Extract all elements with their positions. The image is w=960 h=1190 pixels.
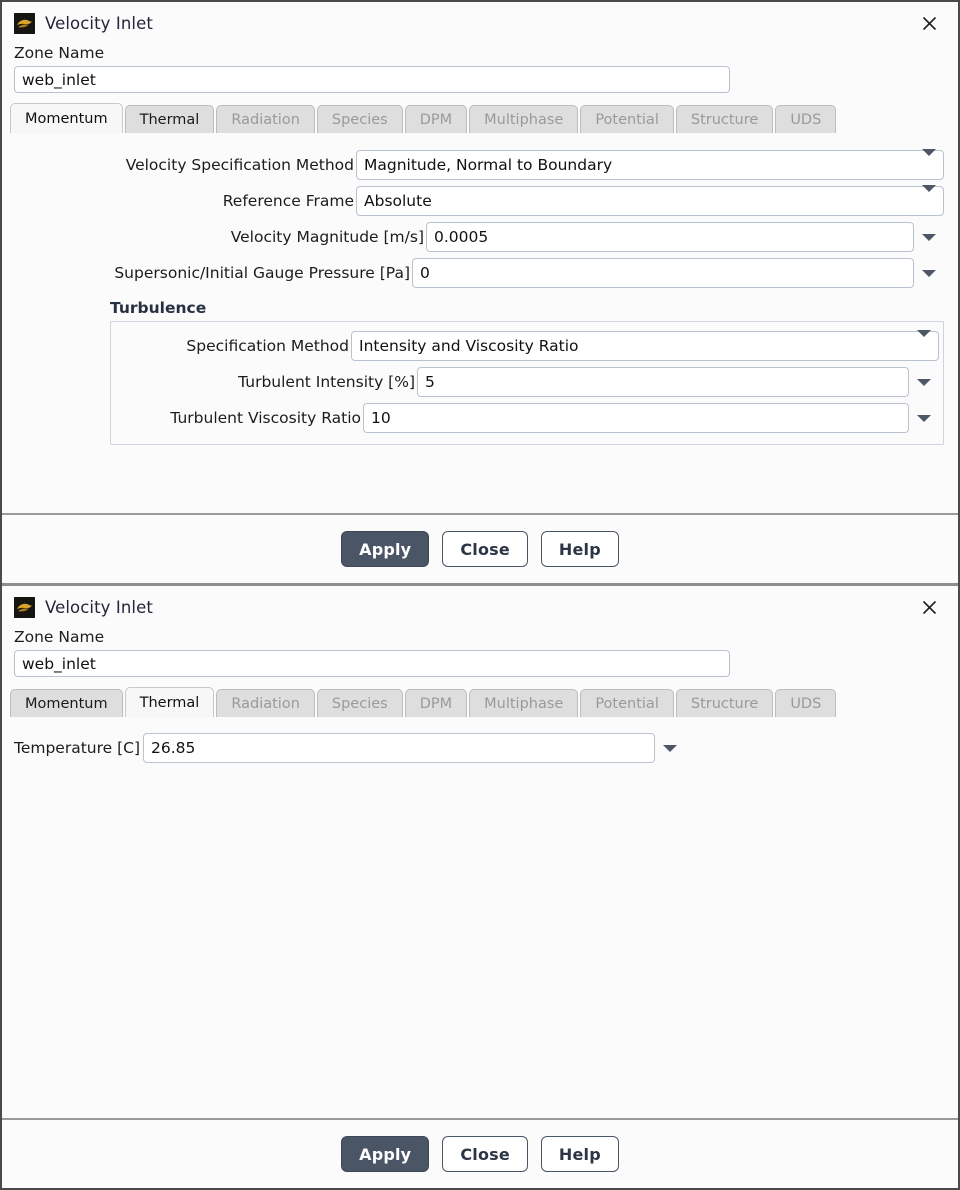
velocity-magnitude-input[interactable]: 0.0005 <box>426 222 914 252</box>
dialog-titlebar: Velocity Inlet <box>2 2 958 44</box>
zone-name-input[interactable]: web_inlet <box>14 66 730 93</box>
temperature-input[interactable]: 26.85 <box>143 733 656 763</box>
velocity-magnitude-dropdown-arrow[interactable] <box>914 233 944 241</box>
turbulent-intensity-input[interactable]: 5 <box>417 367 909 397</box>
dialog-footer-thermal: Apply Close Help <box>2 1118 958 1188</box>
close-icon[interactable] <box>916 594 942 620</box>
row-velocity-magnitude: Velocity Magnitude [m/s] 0.0005 <box>2 219 958 255</box>
tab-thermal[interactable]: Thermal <box>124 105 215 133</box>
row-turbulent-viscosity-ratio: Turbulent Viscosity Ratio 10 <box>111 400 943 436</box>
zone-name-input[interactable]: web_inlet <box>14 650 730 677</box>
tab-multiphase: Multiphase <box>469 689 579 717</box>
turbulent-intensity-dropdown-arrow[interactable] <box>909 378 939 386</box>
row-turbulent-intensity: Turbulent Intensity [%] 5 <box>111 364 943 400</box>
tab-structure: Structure <box>675 689 774 717</box>
reference-frame-value: Absolute <box>364 192 432 210</box>
momentum-panel: Velocity Specification Method Magnitude,… <box>2 133 958 513</box>
temperature-dropdown-arrow[interactable] <box>655 744 685 752</box>
tab-momentum[interactable]: Momentum <box>10 689 123 717</box>
tab-potential: Potential <box>580 105 674 133</box>
tab-multiphase: Multiphase <box>469 105 579 133</box>
zone-name-group: Zone Name web_inlet <box>2 628 958 677</box>
tabstrip-momentum: Momentum Thermal Radiation Species DPM M… <box>2 103 958 133</box>
dialog-title: Velocity Inlet <box>45 13 153 33</box>
thermal-panel: Temperature [C] 26.85 <box>2 717 958 1118</box>
tab-radiation: Radiation <box>216 689 315 717</box>
turbulent-viscosity-ratio-label: Turbulent Viscosity Ratio <box>170 409 361 427</box>
dialog-footer-momentum: Apply Close Help <box>2 513 958 583</box>
fluent-logo-icon <box>14 596 35 618</box>
row-supersonic-gauge-pressure: Supersonic/Initial Gauge Pressure [Pa] 0 <box>2 255 958 291</box>
help-button[interactable]: Help <box>540 1136 619 1172</box>
chevron-down-icon <box>917 330 931 355</box>
velocity-spec-method-value: Magnitude, Normal to Boundary <box>364 156 613 174</box>
zone-name-label: Zone Name <box>14 44 105 62</box>
tab-dpm: DPM <box>404 689 468 717</box>
turbulence-spec-method-dropdown[interactable]: Intensity and Viscosity Ratio <box>351 330 939 361</box>
supersonic-gauge-pressure-label: Supersonic/Initial Gauge Pressure [Pa] <box>114 264 410 282</box>
tabstrip-thermal: Momentum Thermal Radiation Species DPM M… <box>2 687 958 717</box>
tab-structure: Structure <box>675 105 774 133</box>
tab-thermal[interactable]: Thermal <box>124 687 215 717</box>
row-reference-frame: Reference Frame Absolute <box>2 183 958 219</box>
tab-species: Species <box>316 689 403 717</box>
row-velocity-spec-method: Velocity Specification Method Magnitude,… <box>2 147 958 183</box>
turbulent-intensity-label: Turbulent Intensity [%] <box>238 373 415 391</box>
close-button[interactable]: Close <box>442 531 528 567</box>
help-button[interactable]: Help <box>540 531 619 567</box>
reference-frame-label: Reference Frame <box>222 192 354 210</box>
zone-name-group: Zone Name web_inlet <box>2 44 958 93</box>
tab-momentum[interactable]: Momentum <box>10 103 123 133</box>
supersonic-gauge-pressure-dropdown-arrow[interactable] <box>914 269 944 277</box>
turbulence-spec-method-label: Specification Method <box>186 337 349 355</box>
fluent-logo-icon <box>14 12 35 34</box>
chevron-down-icon <box>922 149 936 174</box>
row-temperature: Temperature [C] 26.85 <box>2 731 958 765</box>
tab-radiation: Radiation <box>216 105 315 133</box>
close-icon[interactable] <box>916 10 942 36</box>
tab-uds: UDS <box>775 689 837 717</box>
tab-species: Species <box>316 105 403 133</box>
tab-potential: Potential <box>580 689 674 717</box>
application-window: Velocity Inlet Zone Name web_inlet Momen… <box>0 0 960 1190</box>
dialog-title: Velocity Inlet <box>45 597 153 617</box>
velocity-magnitude-label: Velocity Magnitude [m/s] <box>230 228 424 246</box>
zone-name-label: Zone Name <box>14 628 105 646</box>
velocity-spec-method-label: Velocity Specification Method <box>125 156 354 174</box>
velocity-inlet-dialog-momentum: Velocity Inlet Zone Name web_inlet Momen… <box>2 2 958 586</box>
turbulence-group-title: Turbulence <box>110 299 207 317</box>
supersonic-gauge-pressure-input[interactable]: 0 <box>412 258 914 288</box>
row-turbulence-spec-method: Specification Method Intensity and Visco… <box>111 328 943 364</box>
velocity-inlet-dialog-thermal: Velocity Inlet Zone Name web_inlet Momen… <box>2 586 958 1188</box>
close-button[interactable]: Close <box>442 1136 528 1172</box>
temperature-label: Temperature [C] <box>14 739 141 757</box>
tab-uds: UDS <box>775 105 837 133</box>
turbulence-groupbox: Specification Method Intensity and Visco… <box>110 321 944 445</box>
turbulent-viscosity-ratio-input[interactable]: 10 <box>363 403 909 433</box>
reference-frame-dropdown[interactable]: Absolute <box>356 185 944 216</box>
chevron-down-icon <box>922 185 936 210</box>
velocity-spec-method-dropdown[interactable]: Magnitude, Normal to Boundary <box>356 149 944 180</box>
turbulent-viscosity-ratio-dropdown-arrow[interactable] <box>909 414 939 422</box>
turbulence-spec-method-value: Intensity and Viscosity Ratio <box>359 337 579 355</box>
apply-button[interactable]: Apply <box>341 1136 430 1172</box>
apply-button[interactable]: Apply <box>341 531 430 567</box>
dialog-titlebar: Velocity Inlet <box>2 586 958 628</box>
tab-dpm: DPM <box>404 105 468 133</box>
